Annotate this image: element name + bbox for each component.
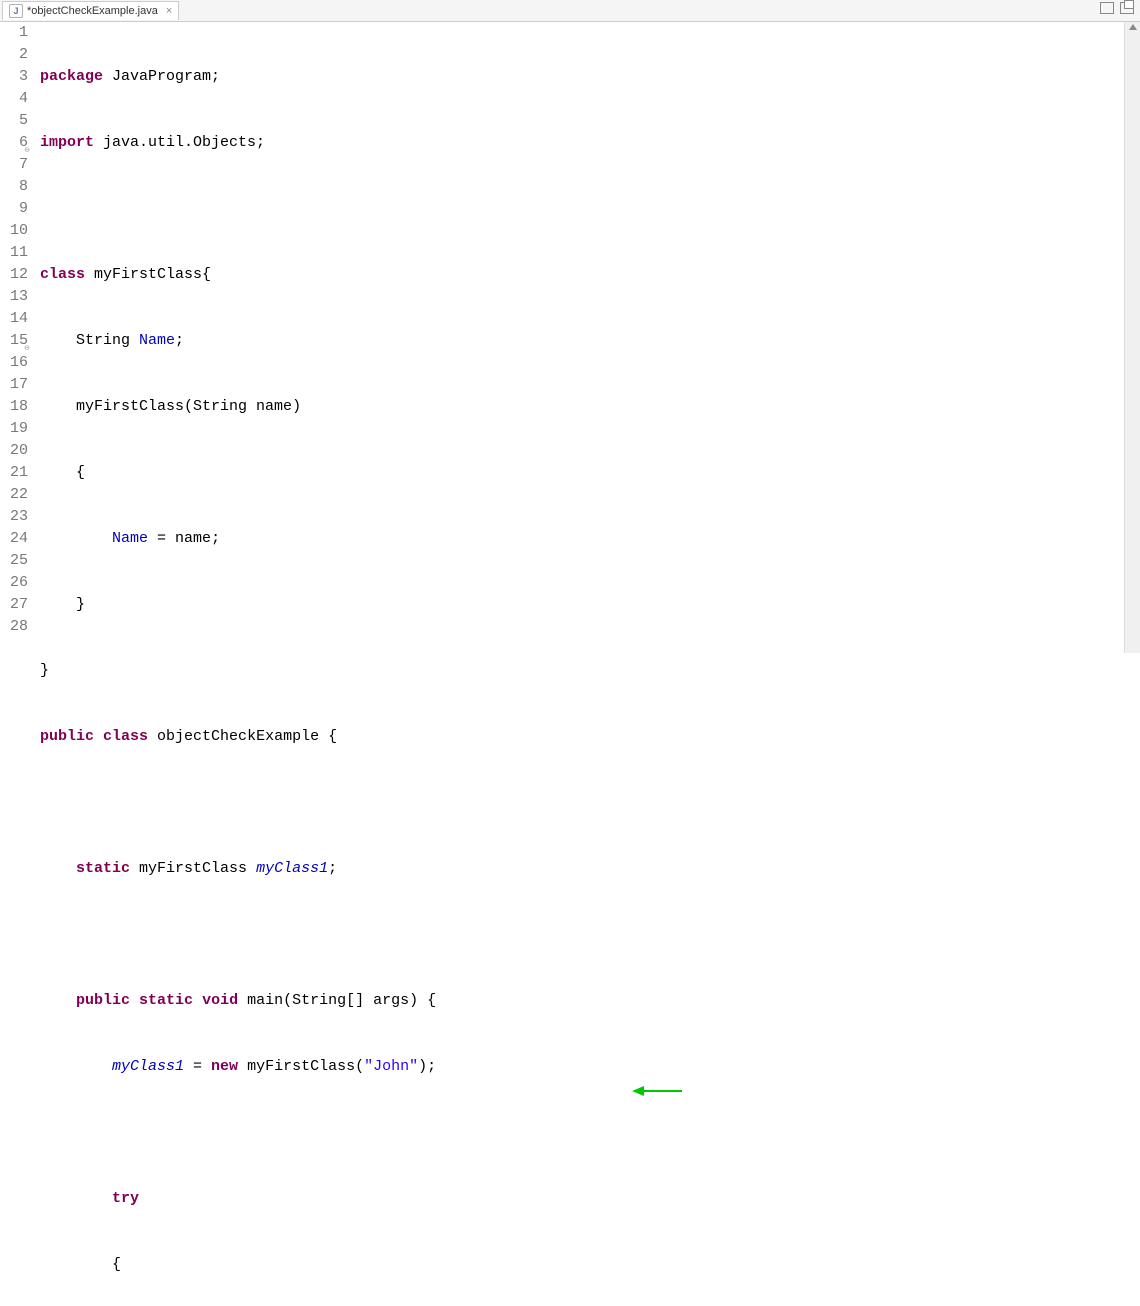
line-number: 7 xyxy=(0,154,28,176)
code-line: package JavaProgram; xyxy=(40,66,1140,88)
code-line: } xyxy=(40,660,1140,682)
code-line: { xyxy=(40,462,1140,484)
editor-tab-bar: J *objectCheckExample.java × xyxy=(0,0,1140,22)
line-number-gutter: 1 2 3 4 5 6⊖ 7 8 9 10 11 12 13 14 15⊖ 16… xyxy=(0,22,34,653)
code-line: static myFirstClass myClass1; xyxy=(40,858,1140,880)
line-number: 28 xyxy=(0,616,28,638)
restore-icon[interactable] xyxy=(1120,2,1134,14)
code-line: class myFirstClass{ xyxy=(40,264,1140,286)
code-line: } xyxy=(40,594,1140,616)
code-line xyxy=(40,792,1140,814)
line-number: 26 xyxy=(0,572,28,594)
line-number: 15⊖ xyxy=(0,330,28,352)
scroll-up-icon[interactable] xyxy=(1129,24,1137,30)
editor-area: 1 2 3 4 5 6⊖ 7 8 9 10 11 12 13 14 15⊖ 16… xyxy=(0,22,1140,653)
code-line xyxy=(40,198,1140,220)
line-number: 13 xyxy=(0,286,28,308)
line-number: 12 xyxy=(0,264,28,286)
file-tab[interactable]: J *objectCheckExample.java × xyxy=(2,1,179,20)
code-line: try xyxy=(40,1188,1140,1210)
tab-filename: *objectCheckExample.java xyxy=(27,5,158,17)
annotation-arrow-icon xyxy=(560,1061,610,1073)
line-number: 27 xyxy=(0,594,28,616)
line-number: 9 xyxy=(0,198,28,220)
minimize-icon[interactable] xyxy=(1100,2,1114,14)
code-line: myClass1 = new myFirstClass("John"); xyxy=(40,1056,1140,1078)
code-line xyxy=(40,1122,1140,1144)
line-number: 1 xyxy=(0,22,28,44)
line-number: 24 xyxy=(0,528,28,550)
line-number: 5 xyxy=(0,110,28,132)
line-number: 8 xyxy=(0,176,28,198)
code-line: Name = name; xyxy=(40,528,1140,550)
line-number: 4 xyxy=(0,88,28,110)
line-number: 18 xyxy=(0,396,28,418)
line-number: 11 xyxy=(0,242,28,264)
code-line: { xyxy=(40,1254,1140,1276)
code-line: String Name; xyxy=(40,330,1140,352)
code-line: myFirstClass(String name) xyxy=(40,396,1140,418)
line-number: 2 xyxy=(0,44,28,66)
line-number: 6⊖ xyxy=(0,132,28,154)
line-number: 23 xyxy=(0,506,28,528)
line-number: 3 xyxy=(0,66,28,88)
line-number: 10 xyxy=(0,220,28,242)
line-number: 20 xyxy=(0,440,28,462)
line-number: 17 xyxy=(0,374,28,396)
line-number: 16 xyxy=(0,352,28,374)
line-number: 14 xyxy=(0,308,28,330)
java-file-icon: J xyxy=(9,4,23,18)
line-number: 19 xyxy=(0,418,28,440)
code-editor[interactable]: package JavaProgram; import java.util.Ob… xyxy=(34,22,1140,653)
code-line: public static void main(String[] args) { xyxy=(40,990,1140,1012)
line-number: 25 xyxy=(0,550,28,572)
window-controls xyxy=(1100,2,1134,14)
line-number: 22 xyxy=(0,484,28,506)
code-line: public class objectCheckExample { xyxy=(40,726,1140,748)
code-line: import java.util.Objects; xyxy=(40,132,1140,154)
close-tab-icon[interactable]: × xyxy=(166,5,172,17)
line-number: 21 xyxy=(0,462,28,484)
code-line xyxy=(40,924,1140,946)
vertical-scrollbar[interactable] xyxy=(1124,22,1140,653)
